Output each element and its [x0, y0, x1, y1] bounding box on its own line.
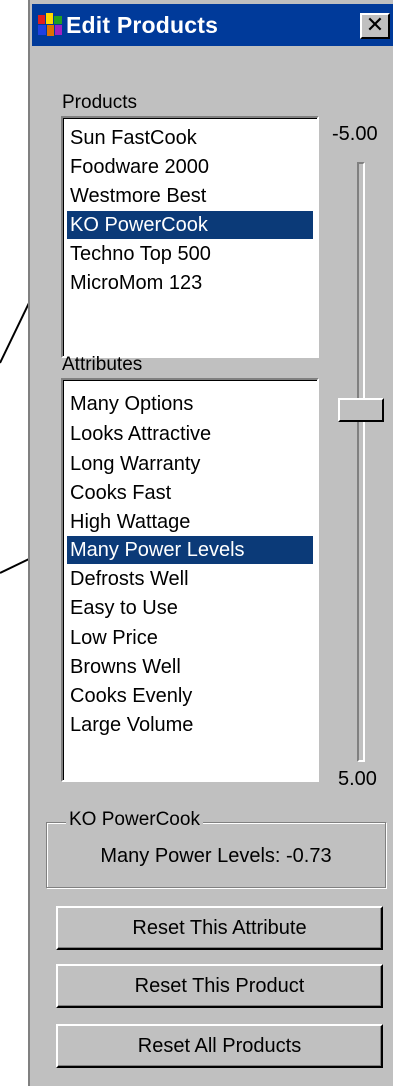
- list-item[interactable]: Looks Attractive: [67, 420, 313, 448]
- list-item[interactable]: Defrosts Well: [67, 565, 313, 593]
- list-item-selected[interactable]: Many Power Levels: [67, 536, 313, 564]
- list-item[interactable]: MicroMom 123: [67, 269, 313, 297]
- products-list[interactable]: Sun FastCook Foodware 2000 Westmore Best…: [61, 116, 319, 358]
- app-icon: [38, 13, 62, 36]
- list-item[interactable]: Cooks Fast: [67, 479, 313, 507]
- list-item[interactable]: Cooks Evenly: [67, 682, 313, 710]
- window-title: Edit Products: [66, 12, 219, 38]
- list-item[interactable]: Techno Top 500: [67, 240, 313, 268]
- attribute-value-readout: Many Power Levels: -0.73: [100, 845, 332, 867]
- list-item-selected[interactable]: KO PowerCook: [67, 211, 313, 239]
- list-item[interactable]: Low Price: [67, 624, 313, 652]
- products-label: Products: [62, 92, 137, 113]
- list-item[interactable]: Sun FastCook: [67, 124, 313, 152]
- reset-product-button[interactable]: Reset This Product: [56, 964, 383, 1008]
- list-item[interactable]: Long Warranty: [67, 450, 313, 478]
- slider-track[interactable]: [357, 162, 365, 762]
- edit-products-window: Edit Products ✕ Products Sun FastCook Fo…: [28, 0, 393, 1086]
- close-icon: ✕: [365, 12, 385, 37]
- reset-attribute-button[interactable]: Reset This Attribute: [56, 906, 383, 950]
- list-item[interactable]: Browns Well: [67, 653, 313, 681]
- list-item[interactable]: Large Volume: [67, 711, 313, 739]
- list-item[interactable]: High Wattage: [67, 508, 313, 536]
- slider-thumb[interactable]: [338, 398, 384, 422]
- attributes-list[interactable]: Many Options Looks Attractive Long Warra…: [61, 378, 319, 782]
- title-bar: Edit Products ✕: [32, 4, 393, 46]
- attributes-label: Attributes: [62, 354, 143, 375]
- list-item[interactable]: Foodware 2000: [67, 153, 313, 181]
- list-item[interactable]: Many Options: [67, 390, 313, 418]
- close-button[interactable]: ✕: [360, 13, 390, 39]
- slider-max-label: 5.00: [338, 768, 377, 790]
- slider-min-label: -5.00: [332, 123, 378, 145]
- reset-all-button[interactable]: Reset All Products: [56, 1024, 383, 1068]
- list-item[interactable]: Westmore Best: [67, 182, 313, 210]
- groupbox-legend: KO PowerCook: [66, 809, 203, 831]
- list-item[interactable]: Easy to Use: [67, 594, 313, 622]
